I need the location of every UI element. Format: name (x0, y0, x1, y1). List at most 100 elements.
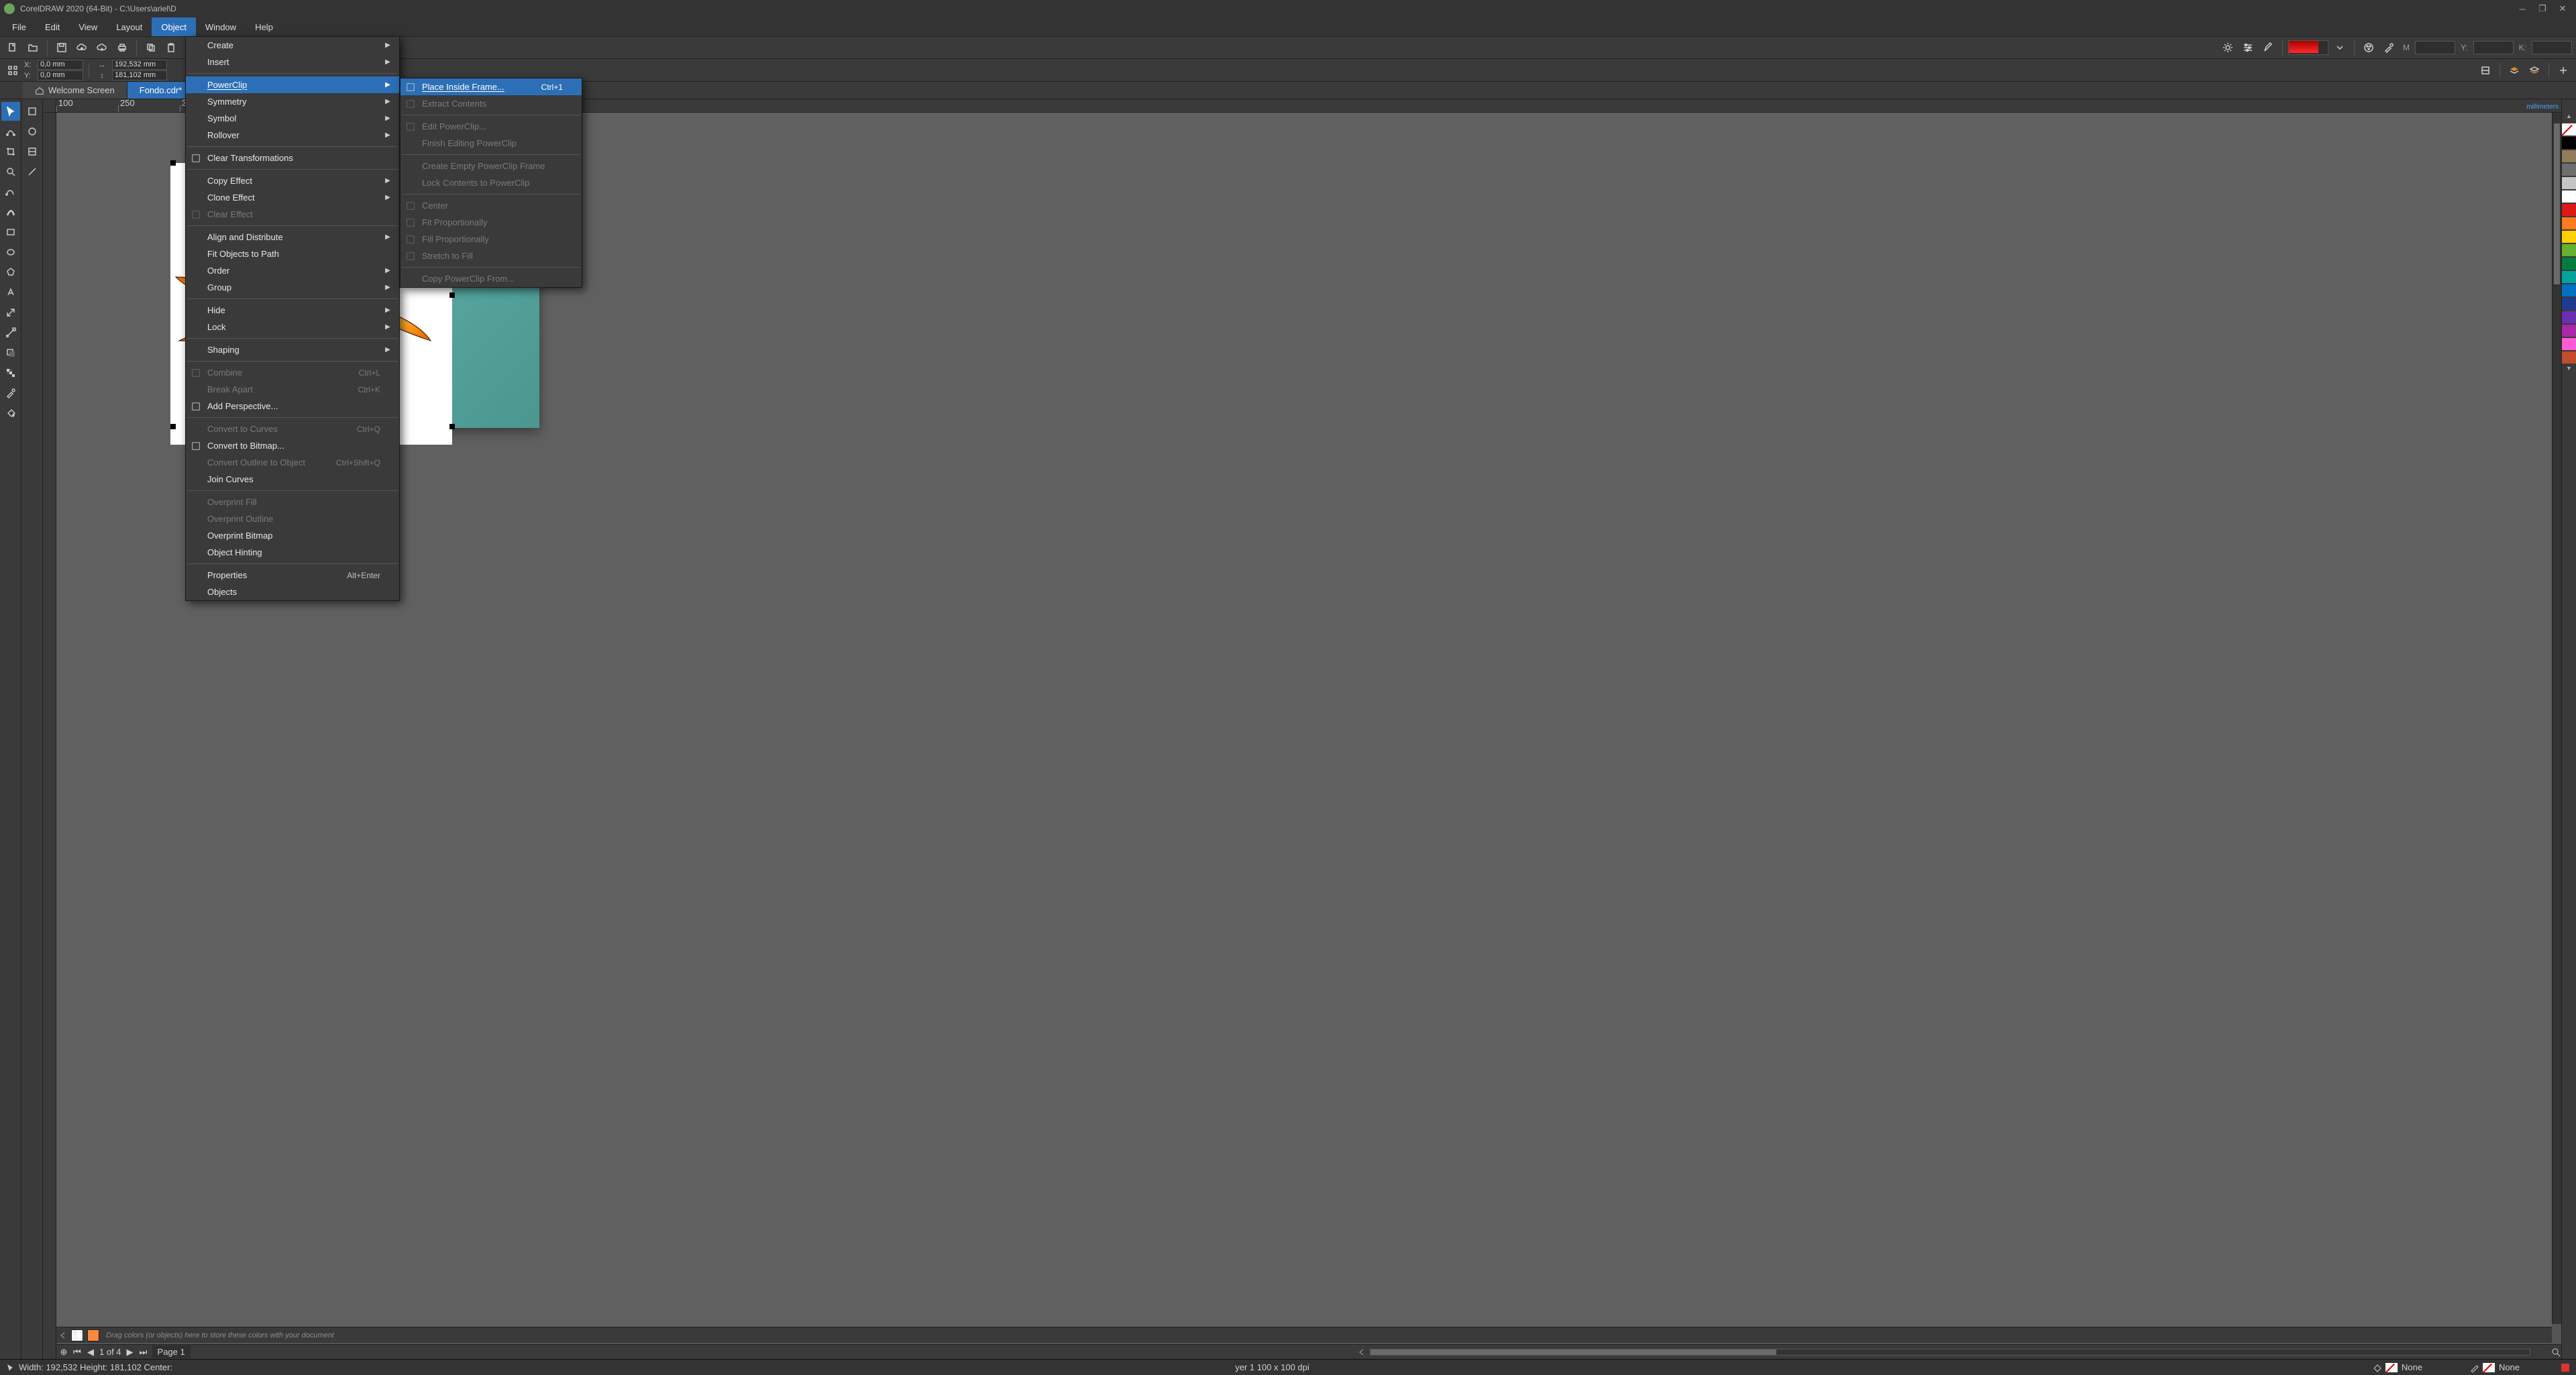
palette-swatch[interactable] (2562, 204, 2576, 216)
menu-item[interactable]: Object Hinting (186, 544, 399, 561)
menu-item[interactable]: Copy Effect▶ (186, 172, 399, 189)
cloud-down-icon[interactable] (93, 39, 111, 56)
menu-item[interactable]: Objects (186, 584, 399, 600)
menu-item[interactable]: Overprint Bitmap (186, 527, 399, 544)
menu-item[interactable]: Symmetry▶ (186, 93, 399, 110)
document-palette[interactable]: Drag colors (or objects) here to store t… (56, 1327, 2552, 1343)
print-icon[interactable] (113, 39, 131, 56)
palette-swatch[interactable] (2562, 298, 2576, 310)
menu-item[interactable]: Fit Objects to Path (186, 245, 399, 262)
canvas[interactable]: × (56, 113, 2552, 1339)
menu-item[interactable]: Join Curves (186, 471, 399, 488)
copy-icon[interactable] (142, 39, 160, 56)
connector-tool[interactable] (1, 323, 20, 342)
chevron-left-icon[interactable] (59, 1331, 67, 1339)
menu-item[interactable]: Order▶ (186, 262, 399, 279)
outline-flyout[interactable] (2288, 40, 2328, 55)
fly-tool-4[interactable] (23, 162, 42, 181)
menu-item[interactable]: Align and Distribute▶ (186, 229, 399, 245)
palette-icon[interactable] (2360, 39, 2377, 56)
menu-item[interactable]: Group▶ (186, 279, 399, 296)
powerclip-submenu[interactable]: Place Inside Frame...Ctrl+1Extract Conte… (400, 78, 582, 288)
first-page-icon[interactable]: ⏮ (72, 1347, 82, 1358)
vertical-scrollbar[interactable] (2552, 113, 2561, 1324)
artistic-media-tool[interactable] (1, 203, 20, 221)
palette-scroll-up-icon[interactable]: ▲ (2562, 113, 2576, 122)
fly-tool-2[interactable] (23, 122, 42, 141)
page-tab[interactable]: Page 1 (152, 1345, 191, 1358)
selection-handle-nw[interactable] (170, 160, 176, 166)
selection-handle-e[interactable] (449, 292, 455, 298)
fly-tool-1[interactable] (23, 102, 42, 121)
palette-swatch[interactable] (2562, 137, 2576, 149)
k-field[interactable] (2532, 41, 2572, 54)
pen-icon[interactable] (2259, 39, 2277, 56)
palette-no-color[interactable] (2562, 123, 2576, 135)
eyedropper-tool[interactable] (1, 384, 20, 402)
fill-swatch-none[interactable] (2385, 1363, 2398, 1372)
palette-scroll-down-icon[interactable]: ▼ (2562, 365, 2576, 374)
palette-swatch[interactable] (2562, 150, 2576, 162)
menu-item[interactable]: Hide▶ (186, 302, 399, 319)
menu-item[interactable]: Clone Effect▶ (186, 189, 399, 206)
x-value[interactable]: 0,0 mm (38, 60, 83, 70)
open-icon[interactable] (24, 39, 42, 56)
menu-file[interactable]: File (3, 17, 36, 36)
height-value[interactable]: 181,102 mm (112, 70, 167, 80)
navigator-icon[interactable] (2551, 1347, 2561, 1358)
palette-swatch[interactable] (2562, 244, 2576, 256)
eyedropper-icon[interactable] (2380, 39, 2398, 56)
h-scroll-thumb[interactable] (1371, 1350, 1776, 1355)
new-icon[interactable] (4, 39, 21, 56)
m-field[interactable] (2415, 41, 2455, 54)
v-scroll-thumb[interactable] (2554, 123, 2560, 284)
last-page-icon[interactable]: ⏭ (139, 1347, 148, 1358)
save-icon[interactable] (53, 39, 70, 56)
menu-layout[interactable]: Layout (107, 17, 152, 36)
outline-swatch-none[interactable] (2483, 1363, 2495, 1372)
menu-view[interactable]: View (69, 17, 107, 36)
menu-item[interactable]: Insert▶ (186, 54, 399, 70)
menu-item[interactable]: Convert to Bitmap... (186, 437, 399, 454)
object-menu[interactable]: Create▶Insert▶PowerClip▶Symmetry▶Symbol▶… (185, 36, 400, 601)
palette-swatch[interactable] (2562, 164, 2576, 176)
horizontal-scrollbar[interactable] (1370, 1349, 2530, 1356)
freehand-tool[interactable] (1, 182, 20, 201)
close-button[interactable]: ✕ (2553, 2, 2572, 15)
rectangle-tool[interactable] (1, 223, 20, 241)
fill-tool[interactable] (1, 404, 20, 423)
palette-swatch[interactable] (2562, 177, 2576, 189)
crop-tool[interactable] (1, 142, 20, 161)
menu-help[interactable]: Help (246, 17, 282, 36)
doc-tab[interactable]: Welcome Screen (23, 82, 127, 99)
menu-item[interactable]: Rollover▶ (186, 127, 399, 144)
transparency-tool[interactable] (1, 364, 20, 382)
menu-item[interactable]: Place Inside Frame...Ctrl+1 (400, 78, 582, 95)
doc-palette-chip[interactable] (87, 1329, 99, 1341)
palette-swatch[interactable] (2562, 258, 2576, 270)
ellipse-tool[interactable] (1, 243, 20, 262)
menu-item[interactable]: PropertiesAlt+Enter (186, 567, 399, 584)
palette-swatch[interactable] (2562, 311, 2576, 323)
y-field[interactable] (2473, 41, 2514, 54)
drop-shadow-tool[interactable] (1, 343, 20, 362)
menu-window[interactable]: Window (196, 17, 246, 36)
maximize-button[interactable]: ❐ (2533, 2, 2552, 15)
menu-object[interactable]: Object (152, 17, 196, 36)
shape-tool[interactable] (1, 122, 20, 141)
polygon-tool[interactable] (1, 263, 20, 282)
text-tool[interactable] (1, 283, 20, 302)
palette-swatch[interactable] (2562, 325, 2576, 337)
color-proof-icon[interactable] (2560, 1362, 2571, 1373)
next-page-icon[interactable]: ▶ (125, 1347, 135, 1358)
parallel-dimension-tool[interactable] (1, 303, 20, 322)
menu-item[interactable]: Clear Transformations (186, 150, 399, 166)
menu-edit[interactable]: Edit (36, 17, 69, 36)
add-page-icon[interactable]: ⊕ (59, 1347, 68, 1358)
width-value[interactable]: 192,532 mm (112, 60, 167, 70)
layer-back-icon[interactable] (2526, 62, 2543, 79)
menu-item[interactable]: Add Perspective... (186, 398, 399, 415)
palette-swatch[interactable] (2562, 351, 2576, 364)
menu-item[interactable]: Shaping▶ (186, 341, 399, 358)
palette-swatch[interactable] (2562, 231, 2576, 243)
